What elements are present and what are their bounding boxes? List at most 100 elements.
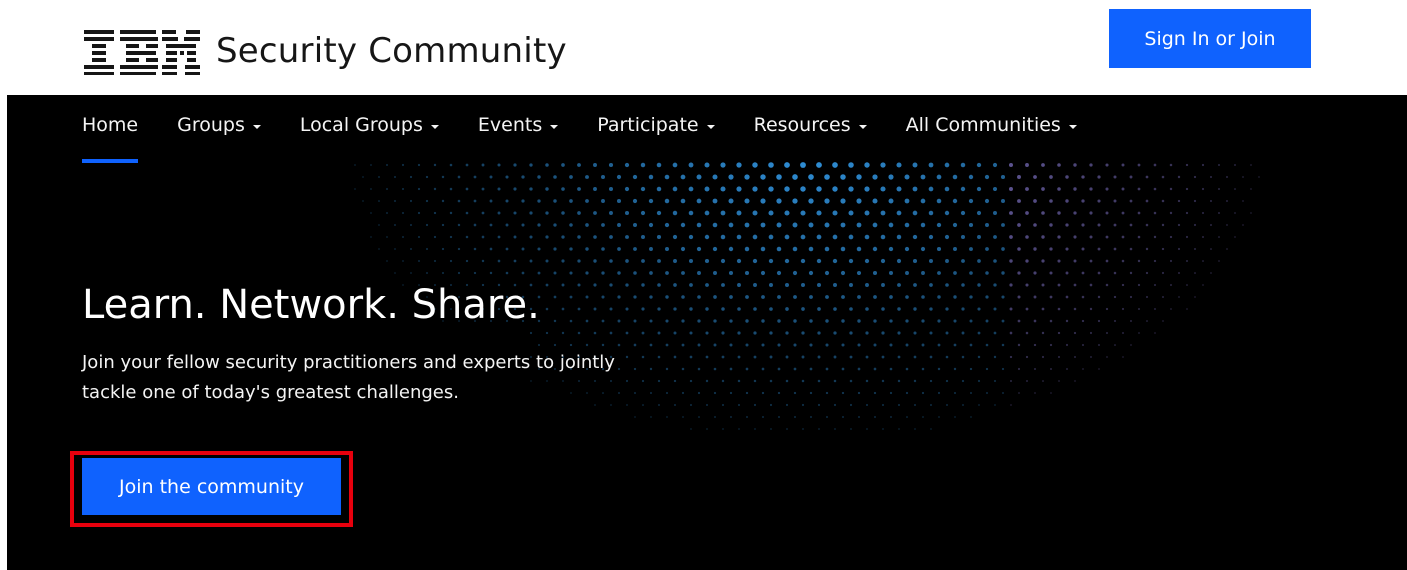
background-dot — [449, 211, 453, 215]
background-dot — [689, 379, 693, 383]
background-dot — [929, 283, 933, 287]
background-dot — [1202, 284, 1204, 286]
background-dot — [920, 222, 926, 228]
background-dot — [1210, 248, 1212, 250]
background-dot — [1001, 247, 1005, 251]
background-dot — [433, 187, 437, 191]
nav-item-label: Participate — [597, 114, 699, 136]
background-dot — [784, 258, 790, 264]
background-dot — [754, 428, 756, 430]
background-dot — [577, 283, 581, 287]
background-dot — [641, 235, 645, 239]
background-dot — [736, 258, 742, 264]
background-dot — [1153, 211, 1157, 215]
background-dot — [641, 283, 645, 287]
background-dot — [746, 416, 748, 418]
background-dot — [1033, 295, 1037, 299]
background-dot — [1001, 199, 1005, 203]
nav-item-resources[interactable]: Resources — [754, 95, 867, 163]
background-dot — [968, 174, 974, 180]
caret-down-icon — [550, 125, 559, 129]
background-dot — [785, 403, 789, 407]
nav-item-events[interactable]: Events — [478, 95, 559, 163]
background-dot — [1129, 223, 1133, 227]
background-dot — [1162, 320, 1164, 322]
background-dot — [689, 307, 693, 311]
background-dot — [945, 283, 949, 287]
background-dot — [553, 223, 557, 227]
site-logo[interactable]: Security Community — [84, 25, 567, 77]
background-dot — [1218, 236, 1220, 238]
background-dot — [354, 188, 356, 190]
background-dot — [1041, 355, 1045, 359]
background-dot — [890, 416, 892, 418]
background-dot — [1201, 211, 1205, 215]
background-dot — [1113, 295, 1117, 299]
background-dot — [672, 210, 678, 216]
background-dot — [657, 331, 661, 335]
background-dot — [600, 174, 606, 180]
nav-item-all-communities[interactable]: All Communities — [906, 95, 1077, 163]
background-dot — [1177, 175, 1181, 179]
background-dot — [904, 222, 910, 228]
background-dot — [713, 343, 717, 347]
background-dot — [833, 403, 837, 407]
background-dot — [913, 355, 917, 359]
background-dot — [537, 343, 541, 347]
background-dot — [864, 234, 870, 240]
background-dot — [872, 246, 878, 252]
nav-item-home[interactable]: Home — [82, 95, 139, 163]
background-dot — [858, 416, 860, 418]
background-dot — [394, 200, 396, 202]
background-dot — [473, 271, 477, 275]
background-dot — [394, 224, 396, 226]
background-dot — [721, 379, 725, 383]
background-dot — [794, 416, 796, 418]
background-dot — [753, 283, 757, 287]
background-dot — [1097, 319, 1101, 323]
background-dot — [1089, 307, 1093, 311]
background-dot — [489, 247, 493, 251]
caret-down-icon — [252, 125, 261, 129]
background-dot — [864, 258, 870, 264]
nav-item-participate[interactable]: Participate — [597, 95, 715, 163]
join-community-button[interactable]: Join the community — [82, 458, 341, 515]
caret-down-icon — [1068, 125, 1077, 129]
nav-item-local-groups[interactable]: Local Groups — [300, 95, 439, 163]
nav-item-groups[interactable]: Groups — [177, 95, 261, 163]
background-dot — [1065, 175, 1069, 179]
background-dot — [937, 367, 941, 371]
background-dot — [1218, 260, 1220, 262]
background-dot — [1153, 283, 1157, 287]
background-dot — [872, 222, 878, 228]
background-dot — [664, 198, 670, 204]
background-dot — [1090, 356, 1092, 358]
background-dot — [912, 210, 918, 216]
sign-in-button[interactable]: Sign In or Join — [1109, 9, 1311, 68]
background-dot — [761, 391, 765, 395]
background-dot — [1025, 187, 1029, 191]
background-dot — [761, 319, 765, 323]
background-dot — [737, 331, 741, 335]
background-dot — [808, 174, 814, 180]
background-dot — [688, 186, 694, 192]
background-dot — [1185, 211, 1189, 215]
background-dot — [633, 271, 637, 275]
background-dot — [481, 235, 485, 239]
background-dot — [697, 391, 701, 395]
background-dot — [465, 235, 469, 239]
background-dot — [593, 307, 597, 311]
background-dot — [801, 355, 805, 359]
background-dot — [832, 186, 838, 192]
background-dot — [561, 187, 565, 191]
background-dot — [801, 379, 805, 383]
nav-item-label: All Communities — [905, 114, 1061, 136]
background-dot — [712, 246, 718, 252]
background-dot — [649, 247, 653, 251]
background-dot — [945, 379, 949, 383]
background-dot — [1089, 283, 1093, 287]
background-dot — [1033, 343, 1037, 347]
background-dot — [864, 162, 870, 168]
background-dot — [816, 186, 822, 192]
background-dot — [944, 186, 950, 192]
